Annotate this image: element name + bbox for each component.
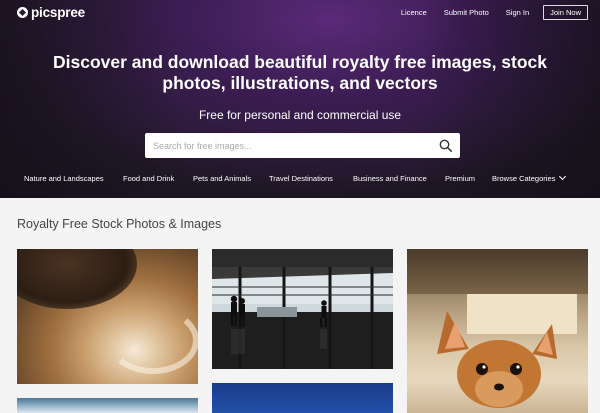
nav-submit-photo-link[interactable]: Submit Photo <box>444 5 489 20</box>
browse-categories-dropdown[interactable]: Browse Categories <box>492 172 567 186</box>
category-nav: Nature and Landscapes Food and Drink Pet… <box>0 172 600 186</box>
search-bar <box>145 133 460 158</box>
category-food-drink[interactable]: Food and Drink <box>123 172 174 186</box>
nav-licence-link[interactable]: Licence <box>401 5 427 20</box>
photo-airport-silhouettes[interactable] <box>212 249 393 369</box>
main-content: Royalty Free Stock Photos & Images <box>0 198 600 413</box>
search-icon[interactable] <box>439 139 452 152</box>
nav-links: Licence Submit Photo Sign In Join Now <box>384 5 588 20</box>
join-now-button[interactable]: Join Now <box>543 5 588 20</box>
dog-graphic <box>437 311 557 408</box>
hero-headline: Discover and download beautiful royalty … <box>52 52 548 93</box>
hero-subline: Free for personal and commercial use <box>198 108 402 122</box>
picspree-logo-icon <box>17 7 28 18</box>
airport-scene-graphic <box>212 249 393 369</box>
category-nature-landscapes[interactable]: Nature and Landscapes <box>24 172 104 186</box>
category-travel-destinations[interactable]: Travel Destinations <box>269 172 333 186</box>
site-logo[interactable]: picspree <box>17 5 85 20</box>
photo-blue-abstract[interactable] <box>212 383 393 413</box>
category-business-finance[interactable]: Business and Finance <box>353 172 427 186</box>
photo-chihuahua-dog[interactable] <box>407 249 588 413</box>
hero-banner: picspree Licence Submit Photo Sign In Jo… <box>0 0 600 198</box>
photo-mountain-snow[interactable] <box>17 398 198 413</box>
section-title: Royalty Free Stock Photos & Images <box>17 217 222 231</box>
top-navigation: picspree Licence Submit Photo Sign In Jo… <box>0 0 600 26</box>
photo-coffee[interactable] <box>17 249 198 384</box>
search-input[interactable] <box>153 133 433 158</box>
category-premium[interactable]: Premium <box>445 172 475 186</box>
browse-categories-label: Browse Categories <box>492 174 556 183</box>
chevron-down-icon <box>559 172 567 181</box>
category-pets-animals[interactable]: Pets and Animals <box>193 172 251 186</box>
logo-text: picspree <box>31 5 85 20</box>
nav-sign-in-link[interactable]: Sign In <box>506 5 529 20</box>
